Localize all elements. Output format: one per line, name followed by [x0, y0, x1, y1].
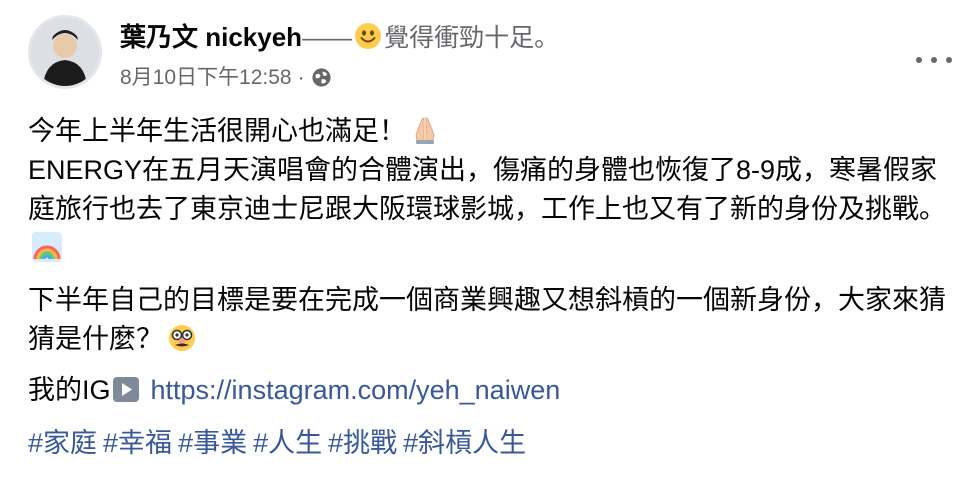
facebook-post: 葉乃文 nickyeh—— 覺得衝勁十足。 8月10日下午12:58 · 今年上半…: [0, 0, 980, 488]
status-prefix: ——: [302, 24, 353, 52]
post-text: 下半年自己的目標是要在完成一個商業興趣又想斜槓的一個新身份，大家來猜猜是什麼？: [28, 285, 946, 354]
avatar[interactable]: [28, 15, 102, 89]
hashtag-link[interactable]: #人生: [253, 428, 322, 458]
meta-separator: ·: [297, 66, 305, 89]
folded-hands-icon: [415, 117, 435, 144]
hashtag-link[interactable]: #家庭: [28, 428, 97, 458]
post-text: ENERGY在五月天演唱會的合體演出，傷痛的身體也恢復了8-9成，寒暑假家庭旅行…: [28, 155, 946, 224]
post-header: 葉乃文 nickyeh—— 覺得衝勁十足。 8月10日下午12:58 ·: [28, 13, 980, 93]
post-text: 今年上半年生活很開心也滿足！: [28, 116, 406, 146]
post-paragraph-2: 下半年自己的目標是要在完成一個商業興趣又想斜槓的一個新身份，大家來猜猜是什麼？: [28, 281, 963, 359]
post-body: 今年上半年生活很開心也滿足！ ENERGY在五月天演唱會的合體演出，傷痛的身體也…: [28, 112, 963, 463]
post-line-1: 今年上半年生活很開心也滿足！: [28, 112, 963, 151]
instagram-link[interactable]: https://instagram.com/yeh_naiwen: [151, 375, 561, 405]
globe-icon[interactable]: [311, 67, 332, 88]
hashtags: #家庭 #幸福 #事業 #人生 #挑戰 #斜槓人生: [28, 424, 963, 463]
hashtag-link[interactable]: #斜槓人生: [403, 428, 526, 458]
more-dot-icon: [946, 57, 952, 63]
ig-label: 我的IG: [28, 375, 111, 405]
more-options-button[interactable]: [916, 49, 952, 71]
timestamp[interactable]: 8月10日下午12:58: [120, 66, 292, 89]
more-dot-icon: [916, 57, 922, 63]
hashtag-link[interactable]: #挑戰: [328, 428, 397, 458]
author-line: 葉乃文 nickyeh—— 覺得衝勁十足。: [120, 17, 559, 54]
status-text: 覺得衝勁十足。: [384, 24, 560, 52]
more-dot-icon: [931, 57, 937, 63]
instagram-line: 我的IG https://instagram.com/yeh_naiwen: [28, 371, 963, 410]
disguised-face-icon: [169, 325, 195, 351]
hashtag-link[interactable]: #幸福: [103, 428, 172, 458]
post-meta: 8月10日下午12:58 ·: [120, 61, 332, 91]
author-name[interactable]: 葉乃文 nickyeh: [120, 22, 302, 52]
avatar-image: [31, 18, 99, 86]
post-paragraph-1: ENERGY在五月天演唱會的合體演出，傷痛的身體也恢復了8-9成，寒暑假家庭旅行…: [28, 151, 963, 268]
play-button-icon: [112, 377, 139, 402]
hashtag-link[interactable]: #事業: [178, 428, 247, 458]
smiley-face-icon: [355, 23, 382, 49]
rainbow-icon: [32, 232, 62, 262]
